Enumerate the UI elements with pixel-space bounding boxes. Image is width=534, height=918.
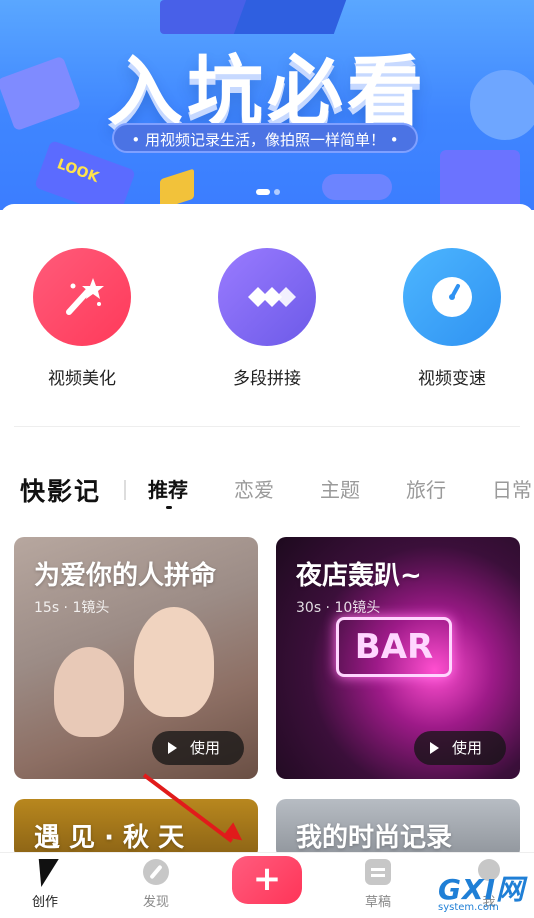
banner-pagination [256, 180, 284, 199]
tool-label: 视频变速 [418, 369, 486, 389]
magic-wand-icon [33, 248, 131, 346]
brand-logo: 快影记 [20, 477, 102, 506]
couple-photo-man [134, 607, 214, 717]
card-title: 为爱你的人拼命 [34, 561, 217, 591]
box-decoration [440, 150, 520, 210]
nav-discover[interactable]: 发现 [121, 859, 191, 910]
card-title: 遇 见 · 秋 天 [34, 823, 185, 853]
nav-label: 发现 [142, 895, 169, 910]
card-title: 夜店轰趴~ [296, 561, 422, 591]
site-watermark: GXI网 system.com [438, 868, 530, 914]
template-card[interactable]: BAR 夜店轰趴~ 30s · 10镜头 使用 [276, 537, 520, 779]
scissors-decoration [322, 174, 392, 200]
play-icon [430, 742, 439, 754]
tool-multi-clip-merge[interactable]: 多段拼接 [202, 248, 332, 389]
lightning-icon [31, 859, 59, 887]
nav-create[interactable]: 创作 [10, 859, 80, 910]
content-sheet: 视频美化 多段拼接 视频变速 快影记 推荐 恋爱 主题 旅行 日常 为爱你的人拼… [0, 204, 534, 859]
tab-separator [124, 480, 126, 500]
card-meta: 15s · 1镜头 [34, 600, 110, 616]
pagination-dot-active [256, 189, 270, 195]
top-banner[interactable]: LOOK 入坑必看 • 用视频记录生活，像拍照一样简单！ • [0, 0, 534, 210]
card-meta: 30s · 10镜头 [296, 600, 381, 616]
nav-label: 草稿 [364, 895, 391, 910]
tab-daily[interactable]: 日常 [492, 474, 532, 503]
couple-photo-woman [54, 647, 124, 737]
book-look-text: LOOK [54, 156, 101, 186]
tab-theme[interactable]: 主题 [320, 474, 360, 503]
use-button-label: 使用 [452, 739, 483, 757]
play-icon [168, 742, 177, 754]
compass-icon [142, 859, 170, 887]
tool-video-beautify[interactable]: 视频美化 [17, 248, 147, 389]
template-card[interactable]: 为爱你的人拼命 15s · 1镜头 使用 [14, 537, 258, 779]
tab-love[interactable]: 恋爱 [234, 474, 274, 503]
category-tabs: 快影记 推荐 恋爱 主题 旅行 日常 [0, 472, 534, 512]
use-template-button[interactable]: 使用 [152, 731, 244, 765]
draft-icon [364, 859, 392, 887]
nav-label: 创作 [31, 895, 58, 910]
template-card[interactable]: 我的时尚记录 [276, 799, 520, 859]
nav-drafts[interactable]: 草稿 [343, 859, 413, 910]
film-strip-decoration [233, 0, 347, 34]
tool-label: 多段拼接 [233, 369, 301, 389]
divider [14, 426, 520, 427]
speedometer-icon [403, 248, 501, 346]
banner-subtitle: • 用视频记录生活，像拍照一样简单！ • [112, 123, 418, 153]
pagination-dot [274, 189, 280, 195]
active-tab-indicator [166, 506, 172, 509]
use-template-button[interactable]: 使用 [414, 731, 506, 765]
tool-label: 视频美化 [48, 369, 116, 389]
create-plus-button[interactable]: + [232, 856, 302, 904]
template-card[interactable]: 遇 见 · 秋 天 [14, 799, 258, 859]
tool-video-speed[interactable]: 视频变速 [387, 248, 517, 389]
neon-sign: BAR [336, 617, 452, 677]
tab-recommend[interactable]: 推荐 [148, 474, 188, 503]
use-button-label: 使用 [190, 739, 221, 757]
tab-travel[interactable]: 旅行 [406, 474, 446, 503]
diamonds-icon [218, 248, 316, 346]
card-title: 我的时尚记录 [296, 823, 453, 853]
